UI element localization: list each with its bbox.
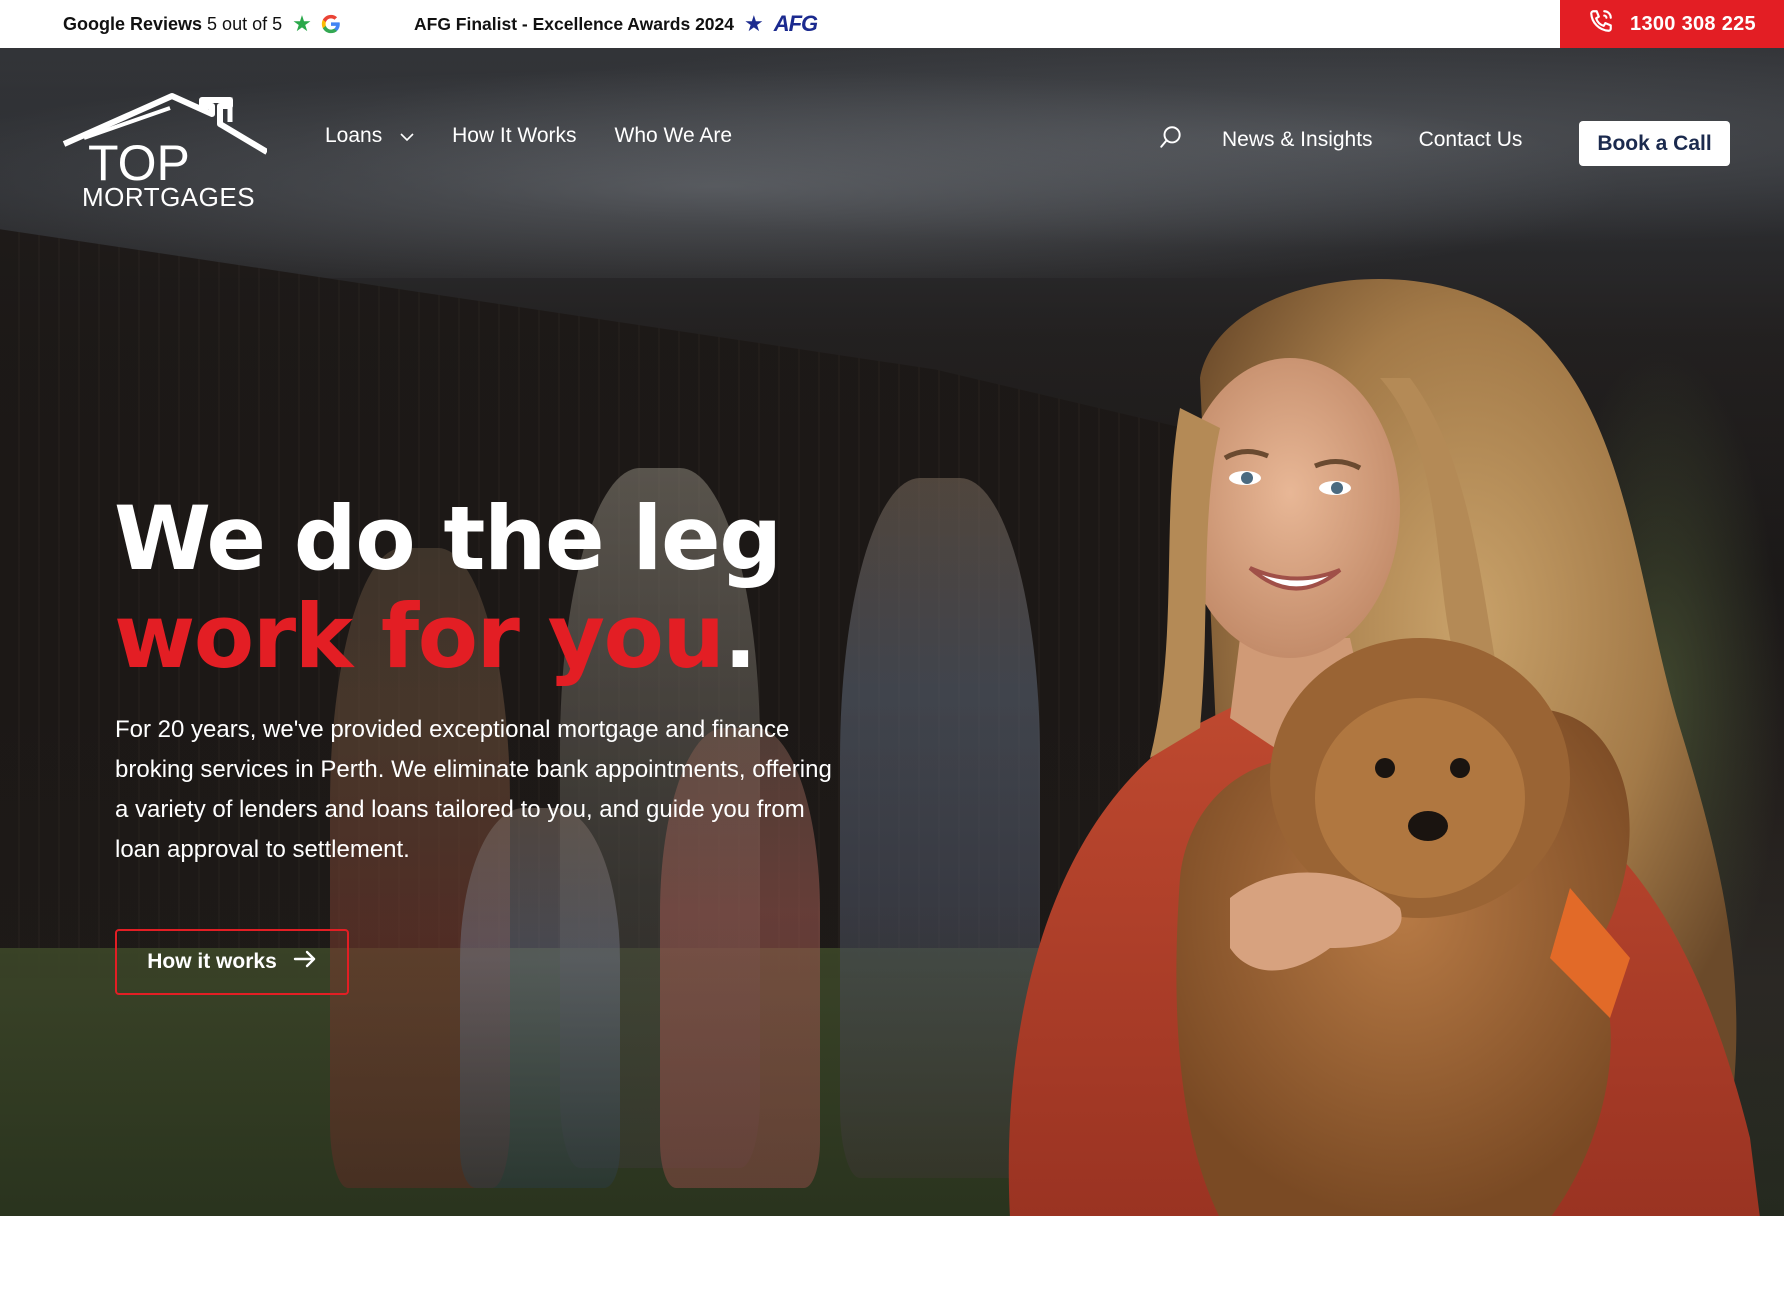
headline-period: . <box>723 585 757 688</box>
main-navigation: TOP MORTGAGES Loans How It Works Who We … <box>0 48 1784 238</box>
award-badge[interactable]: AFG Finalist - Excellence Awards 2024 ★ … <box>414 0 818 48</box>
afg-logo: AFG <box>773 11 818 36</box>
phone-number: 1300 308 225 <box>1630 12 1756 35</box>
nav-item-loans-label: Loans <box>325 124 383 147</box>
search-icon[interactable] <box>1158 124 1184 156</box>
google-icon <box>320 13 342 35</box>
nav-item-loans[interactable]: Loans <box>325 124 414 148</box>
star-icon: ★ <box>292 11 312 36</box>
reviews-score: 5 out of 5 <box>207 13 283 34</box>
nav-links-primary: Loans How It Works Who We Are <box>325 124 732 148</box>
google-reviews-badge[interactable]: Google Reviews 5 out of 5 ★ <box>63 0 342 48</box>
nav-item-news-insights[interactable]: News & Insights <box>1222 128 1373 152</box>
book-a-call-button[interactable]: Book a Call <box>1579 121 1730 166</box>
phone-icon <box>1588 8 1614 40</box>
headline-highlight: work for you <box>114 585 725 688</box>
arrow-right-icon <box>293 950 317 974</box>
announcement-bar: Google Reviews 5 out of 5 ★ AFG Finalist… <box>0 0 1784 48</box>
star-icon: ★ <box>744 11 764 36</box>
nav-item-who-we-are[interactable]: Who We Are <box>615 124 733 148</box>
nav-item-contact-us[interactable]: Contact Us <box>1419 128 1523 152</box>
chevron-down-icon <box>400 124 414 148</box>
award-text: AFG Finalist - Excellence Awards 2024 <box>414 13 734 34</box>
headline-line-2: work for you. <box>114 588 781 686</box>
how-it-works-button[interactable]: How it works <box>115 929 349 995</box>
top-mortgages-logo[interactable]: TOP MORTGAGES <box>62 92 269 212</box>
headline-line-1: We do the leg <box>114 487 782 590</box>
reviews-label: Google Reviews <box>63 13 203 34</box>
nav-links-secondary: News & Insights Contact Us <box>1158 124 1522 156</box>
logo-mortgages-text: MORTGAGES <box>82 182 255 210</box>
nav-item-how-it-works[interactable]: How It Works <box>452 124 576 148</box>
hero-headline: We do the leg work for you. <box>114 487 782 686</box>
hero-woman-with-dog-image <box>1008 278 1760 1216</box>
hero-description: For 20 years, we've provided exceptional… <box>115 716 832 863</box>
how-it-works-label: How it works <box>147 950 277 973</box>
phone-call-button[interactable]: 1300 308 225 <box>1560 0 1784 48</box>
